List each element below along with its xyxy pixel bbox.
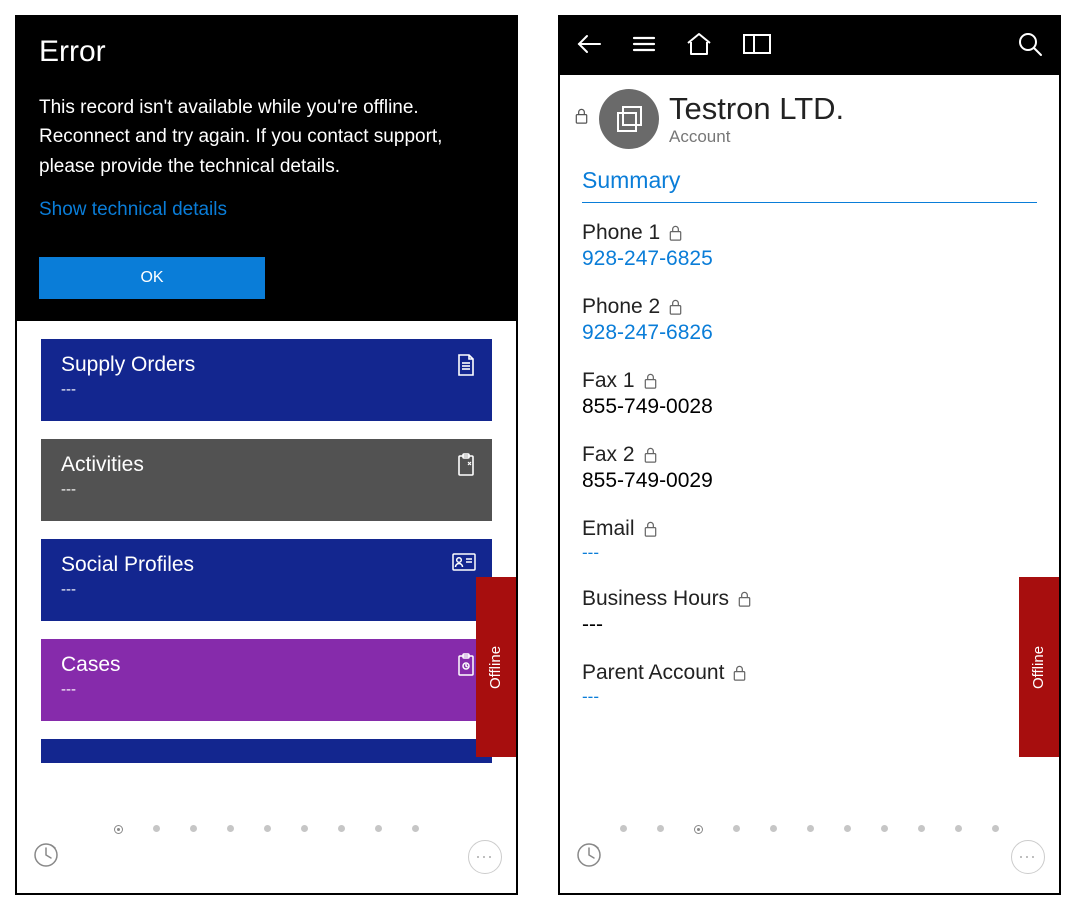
field-phone-1: Phone 1 928-247-6825 <box>582 221 1037 271</box>
page-dot[interactable] <box>412 825 419 832</box>
tile-list: Supply Orders --- Activities --- Social … <box>17 321 516 893</box>
field-value[interactable]: --- <box>582 543 1037 563</box>
footer-bar: ⋯ <box>17 815 516 893</box>
phone-right: Testron LTD. Account Summary Phone 1 928… <box>558 15 1061 895</box>
tile-sub: --- <box>61 581 472 598</box>
page-dot[interactable] <box>694 825 703 834</box>
footer-bar: ⋯ <box>560 815 1059 893</box>
field-fax-1: Fax 1 855-749-0028 <box>582 369 1037 419</box>
field-value: 855-749-0028 <box>582 395 1037 419</box>
tile-sub: --- <box>61 681 472 698</box>
field-label: Fax 2 <box>582 443 1037 467</box>
tile-title: Cases <box>61 653 472 677</box>
field-label: Business Hours <box>582 587 1037 611</box>
tile-title: Social Profiles <box>61 553 472 577</box>
field-label: Fax 1 <box>582 369 1037 393</box>
tile-sub: --- <box>61 481 472 498</box>
record-content: Summary Phone 1 928-247-6825 Phone 2 928-… <box>560 157 1059 735</box>
tile-cases[interactable]: Cases --- <box>41 639 492 721</box>
field-business-hours: Business Hours --- <box>582 587 1037 637</box>
page-dot[interactable] <box>114 825 123 834</box>
field-value[interactable]: 928-247-6825 <box>582 247 1037 271</box>
tile-sub: --- <box>61 381 472 398</box>
field-fax-2: Fax 2 855-749-0029 <box>582 443 1037 493</box>
page-dot[interactable] <box>153 825 160 832</box>
more-icon[interactable]: ⋯ <box>468 840 502 874</box>
page-dot[interactable] <box>301 825 308 832</box>
tile-supply-orders[interactable]: Supply Orders --- <box>41 339 492 421</box>
field-parent-account: Parent Account --- <box>582 661 1037 707</box>
menu-icon[interactable] <box>632 35 656 58</box>
tile-title: Activities <box>61 453 472 477</box>
page-dot[interactable] <box>264 825 271 832</box>
page-dot[interactable] <box>955 825 962 832</box>
field-phone-2: Phone 2 928-247-6826 <box>582 295 1037 345</box>
top-bar <box>560 17 1059 75</box>
page-dot[interactable] <box>770 825 777 832</box>
refresh-icon[interactable] <box>574 840 608 874</box>
field-label: Parent Account <box>582 661 1037 685</box>
refresh-icon[interactable] <box>31 840 65 874</box>
error-message: This record isn't available while you're… <box>39 93 494 181</box>
home-icon[interactable] <box>686 32 712 61</box>
record-title: Testron LTD. <box>669 91 844 127</box>
page-dot[interactable] <box>620 825 627 832</box>
page-dot[interactable] <box>338 825 345 832</box>
error-title: Error <box>39 35 494 69</box>
tile-title: Supply Orders <box>61 353 472 377</box>
page-dot[interactable] <box>733 825 740 832</box>
search-icon[interactable] <box>1017 31 1043 62</box>
page-dots-right <box>620 825 999 834</box>
field-label: Phone 2 <box>582 295 1037 319</box>
field-value: --- <box>582 613 1037 637</box>
document-icon <box>456 353 476 382</box>
page-dot[interactable] <box>992 825 999 832</box>
page-dot[interactable] <box>375 825 382 832</box>
offline-label: Offline <box>488 645 505 688</box>
page-dot[interactable] <box>190 825 197 832</box>
page-dot[interactable] <box>227 825 234 832</box>
split-view-icon[interactable] <box>742 33 772 60</box>
tile-social-profiles[interactable]: Social Profiles --- <box>41 539 492 621</box>
page-dots-left <box>114 825 419 834</box>
phone-left: Error This record isn't available while … <box>15 15 518 895</box>
record-subtitle: Account <box>669 127 844 147</box>
field-email: Email --- <box>582 517 1037 563</box>
ok-button[interactable]: OK <box>39 257 265 299</box>
lock-icon <box>574 108 589 130</box>
account-avatar <box>599 89 659 149</box>
page-dot[interactable] <box>918 825 925 832</box>
field-value: 855-749-0029 <box>582 469 1037 493</box>
more-icon[interactable]: ⋯ <box>1011 840 1045 874</box>
record-header: Testron LTD. Account <box>560 75 1059 157</box>
page-dot[interactable] <box>881 825 888 832</box>
field-label: Email <box>582 517 1037 541</box>
field-value[interactable]: 928-247-6826 <box>582 321 1037 345</box>
page-dot[interactable] <box>657 825 664 832</box>
tile-stub[interactable] <box>41 739 492 763</box>
clipboard-icon <box>456 453 476 482</box>
offline-indicator[interactable]: Offline <box>1019 577 1059 757</box>
back-icon[interactable] <box>576 33 602 60</box>
error-dialog: Error This record isn't available while … <box>17 17 516 321</box>
section-summary[interactable]: Summary <box>582 167 1037 203</box>
show-technical-details-link[interactable]: Show technical details <box>39 199 494 221</box>
id-card-icon <box>452 553 476 576</box>
tile-activities[interactable]: Activities --- <box>41 439 492 521</box>
field-label: Phone 1 <box>582 221 1037 245</box>
page-dot[interactable] <box>844 825 851 832</box>
page-dot[interactable] <box>807 825 814 832</box>
case-icon <box>456 653 476 682</box>
field-value[interactable]: --- <box>582 687 1037 707</box>
offline-indicator[interactable]: Offline <box>476 577 516 757</box>
offline-label: Offline <box>1031 645 1048 688</box>
